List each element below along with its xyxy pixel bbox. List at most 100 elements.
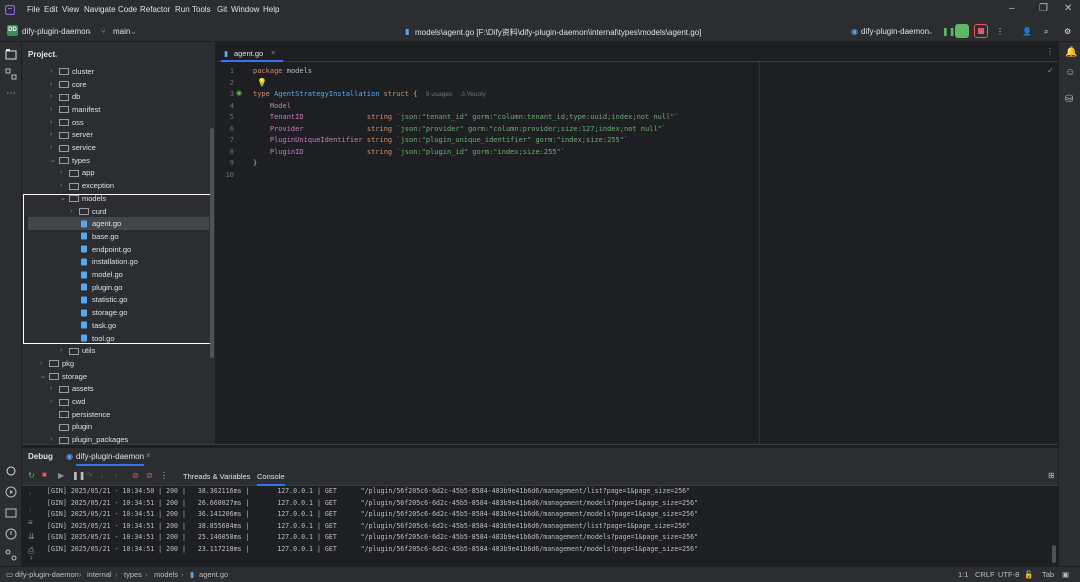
project-scrollbar[interactable] (210, 128, 214, 358)
chevron-right-icon[interactable]: › (50, 106, 59, 113)
chevron-right-icon[interactable]: › (30, 553, 33, 562)
close-tab-icon[interactable]: × (146, 451, 151, 460)
breadcrumb-item[interactable]: agent.go (199, 570, 228, 579)
project-folder-icon[interactable] (5, 48, 17, 60)
branch-selector[interactable]: main (113, 27, 130, 36)
chevron-right-icon[interactable]: › (50, 119, 59, 126)
threads-variables-tab[interactable]: Threads & Variables (183, 472, 250, 481)
run-icon[interactable] (5, 486, 17, 498)
more-icon[interactable]: ⋮ (1046, 47, 1054, 56)
menu-edit[interactable]: Edit (44, 5, 58, 14)
usages-hint[interactable]: 9 usages (426, 91, 452, 98)
chevron-right-icon[interactable]: › (50, 385, 59, 392)
minimize-icon[interactable]: – (1009, 3, 1015, 14)
tree-item-exception[interactable]: › exception (60, 179, 114, 192)
structure-icon[interactable] (5, 68, 17, 80)
chevron-right-icon[interactable]: › (50, 436, 59, 443)
tree-item-persistence[interactable]: persistence (50, 408, 110, 421)
memory-indicator-icon[interactable]: ▣ (1062, 570, 1069, 579)
breadcrumb-item[interactable]: models (154, 570, 178, 579)
terminal-icon[interactable] (5, 507, 17, 519)
stop-icon[interactable]: ■ (42, 470, 47, 479)
caret-position[interactable]: 1:1 (958, 570, 968, 579)
tree-item-app[interactable]: › app (60, 167, 95, 180)
tree-item-manifest[interactable]: › manifest (50, 103, 100, 116)
notifications-icon[interactable]: 🔔 (1065, 47, 1077, 58)
indent-setting[interactable]: Tab (1042, 570, 1054, 579)
tree-item-pkg[interactable]: › pkg (40, 357, 74, 370)
rerun-button[interactable] (955, 24, 969, 38)
more-icon[interactable]: ⋮ (996, 27, 1004, 36)
resume-icon[interactable]: ▶ (58, 471, 64, 480)
breakpoints-icon[interactable]: ⊘ (132, 471, 139, 480)
menu-help[interactable]: Help (263, 5, 279, 14)
tree-item-storage[interactable]: ⌄ storage (40, 370, 87, 383)
step-out-icon[interactable]: ↑ (114, 471, 118, 480)
database-icon[interactable]: ⛁ (1065, 94, 1073, 105)
menu-navigate[interactable]: Navigate (84, 5, 116, 14)
close-window-icon[interactable]: ✕ (1064, 3, 1072, 14)
step-over-icon[interactable]: ↷ (86, 471, 93, 480)
tree-item-assets[interactable]: › assets (50, 383, 94, 396)
chevron-down-icon[interactable]: ⌄ (53, 50, 60, 59)
more-tools-icon[interactable]: ⋯ (6, 88, 16, 99)
tree-item-utils[interactable]: › utils (60, 344, 95, 357)
tree-item-service[interactable]: › service (50, 141, 96, 154)
debug-session-tab[interactable]: dify-plugin-daemon (76, 452, 145, 466)
author-hint[interactable]: Yeuoly (466, 91, 485, 98)
chevron-right-icon[interactable]: › (60, 182, 69, 189)
pause-icon[interactable]: ❚❚ (72, 471, 85, 480)
search-icon[interactable]: ⌕ (1044, 27, 1048, 37)
breadcrumb-item[interactable]: types (124, 570, 142, 579)
console-tab[interactable]: Console (257, 472, 285, 486)
menu-file[interactable]: File (27, 5, 40, 14)
menu-refactor[interactable]: Refactor (140, 5, 170, 14)
chevron-right-icon[interactable]: › (50, 81, 59, 88)
chevron-right-icon[interactable]: › (50, 131, 59, 138)
chevron-right-icon[interactable]: › (60, 347, 69, 354)
project-panel-title[interactable]: Project (28, 50, 55, 59)
layout-icon[interactable]: ⊞ (1048, 471, 1055, 480)
tree-item-server[interactable]: › server (50, 129, 93, 142)
run-config-selector[interactable]: dify-plugin-daemon (861, 27, 929, 36)
mute-breakpoints-icon[interactable]: ⊘ (146, 471, 153, 480)
console-scrollbar[interactable] (1052, 545, 1056, 563)
menu-window[interactable]: Window (231, 5, 259, 14)
stop-button[interactable] (974, 24, 988, 38)
step-into-icon[interactable]: ↓ (100, 471, 104, 480)
chevron-right-icon[interactable]: › (50, 398, 59, 405)
chevron-down-icon[interactable]: ⌄ (50, 156, 59, 164)
down-arrow-icon[interactable]: ↓ (28, 504, 32, 513)
tree-item-core[interactable]: › core (50, 78, 87, 91)
editor-tab[interactable]: ▮ agent.go × (221, 44, 283, 62)
rerun-icon[interactable]: ↻ (28, 471, 35, 480)
breadcrumb-item[interactable]: internal (87, 570, 112, 579)
file-encoding[interactable]: UTF-8 (998, 570, 1019, 579)
menu-run[interactable]: Run (175, 5, 190, 14)
tree-item-db[interactable]: › db (50, 90, 80, 103)
tree-item-cluster[interactable]: › cluster (50, 65, 94, 78)
pause-icon[interactable]: ❚❚ (942, 27, 955, 36)
more-icon[interactable]: ⋮ (160, 471, 168, 480)
ai-assistant-icon[interactable]: ☺ (1065, 67, 1075, 78)
up-arrow-icon[interactable]: ↑ (28, 490, 32, 499)
tree-item-cwd[interactable]: › cwd (50, 395, 85, 408)
settings-icon[interactable]: ⚙ (1064, 27, 1071, 36)
git-icon[interactable] (5, 549, 17, 561)
tree-item-types[interactable]: ⌄ types (50, 154, 90, 167)
account-icon[interactable]: 👤 (1022, 27, 1032, 36)
tree-item-oss[interactable]: › oss (50, 116, 84, 129)
menu-tools[interactable]: Tools (192, 5, 211, 14)
scroll-to-end-icon[interactable]: ⇊ (28, 532, 35, 541)
project-selector[interactable]: dify-plugin-daemon (22, 27, 90, 36)
line-separator[interactable]: CRLF (975, 570, 995, 579)
menu-git[interactable]: Git (217, 5, 227, 14)
menu-code[interactable]: Code (118, 5, 137, 14)
restore-icon[interactable]: ❐ (1039, 3, 1048, 14)
chevron-down-icon[interactable]: ⌄ (40, 372, 49, 380)
breadcrumb-item[interactable]: dify-plugin-daemon (15, 570, 79, 579)
chevron-right-icon[interactable]: › (50, 68, 59, 75)
chevron-right-icon[interactable]: › (50, 93, 59, 100)
soft-wrap-icon[interactable]: ≡ (28, 518, 33, 527)
menu-view[interactable]: View (62, 5, 79, 14)
